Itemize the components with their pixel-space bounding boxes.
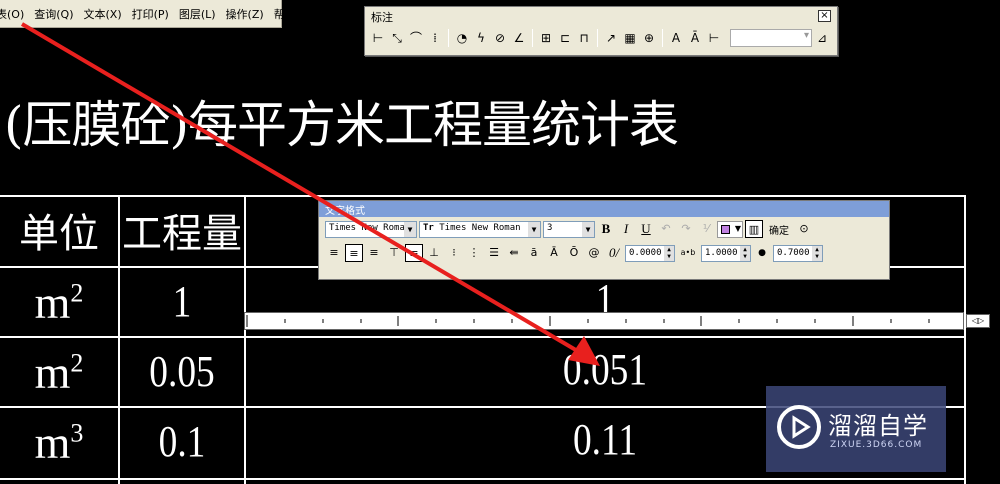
text-format-toolbar: 文字格式 Times New Roman ▼ Tr Times New Roman…	[318, 200, 890, 280]
angular-dimension-icon[interactable]: ∠	[510, 28, 528, 48]
valign-bottom-icon[interactable]: ⊥	[425, 244, 443, 262]
redo-icon[interactable]: ↷	[677, 220, 695, 238]
row1-unit: m2	[34, 277, 84, 328]
menu-view[interactable]: 表(O)	[0, 6, 29, 22]
align-right-icon[interactable]: ≡	[365, 244, 383, 262]
table-line-top	[0, 195, 966, 197]
ruler-toggle-icon[interactable]: ▥	[745, 220, 763, 238]
leader-icon[interactable]: ↗	[602, 28, 620, 48]
arc-length-icon[interactable]: ⌒	[407, 28, 425, 48]
uppercase-icon[interactable]: ā	[525, 244, 543, 262]
dimension-style-select[interactable]	[730, 29, 812, 47]
row2-quantity: 0.05	[149, 347, 215, 396]
header-quantity: 工程量	[122, 211, 242, 257]
jogged-dimension-icon[interactable]: ϟ	[472, 28, 490, 48]
row1-quantity: 1	[172, 277, 192, 326]
toolbar-separator	[448, 29, 449, 47]
menu-print[interactable]: 打印(P)	[127, 6, 174, 22]
dimension-toolbar: 标注 × ⊢ ⤡ ⌒ ⁞ ◔ ϟ ⊘ ∠ ⊞ ⊏ ⊓ ↗ ▦ ⊕ A Ā ⊢ ⊿	[364, 6, 838, 56]
dimension-toolbar-titlebar[interactable]: 标注 ×	[365, 7, 837, 25]
options-icon[interactable]: ⊙	[795, 220, 813, 238]
continue-dimension-icon[interactable]: ⊓	[575, 28, 593, 48]
text-format-titlebar[interactable]: 文字格式	[319, 201, 889, 217]
aligned-dimension-icon[interactable]: ⤡	[388, 28, 406, 48]
table-line-5	[0, 478, 966, 480]
quick-dimension-icon[interactable]: ⊞	[537, 28, 555, 48]
table-line-3	[0, 336, 966, 338]
radius-dimension-icon[interactable]: ◔	[453, 28, 471, 48]
dimension-update-icon[interactable]: ⊢	[705, 28, 723, 48]
width-factor-icon: ●	[758, 248, 766, 258]
text-height-select[interactable]: 3 ▼	[543, 220, 595, 238]
oblique-angle-input[interactable]: 0.0000 ▲ ▼	[625, 244, 675, 262]
valign-middle-icon[interactable]: ≡	[405, 244, 423, 262]
toolbar-separator	[532, 29, 533, 47]
menu-help[interactable]: 帮助(H)	[269, 6, 318, 22]
close-icon[interactable]: ×	[818, 10, 831, 22]
underline-button[interactable]: U	[637, 220, 655, 238]
menu-query[interactable]: 查询(Q)	[29, 6, 78, 22]
valign-top-icon[interactable]: ⊤	[385, 244, 403, 262]
menu-layer[interactable]: 图层(L)	[174, 6, 221, 22]
table-col-2	[244, 195, 246, 484]
ok-button[interactable]: 确定	[765, 222, 793, 237]
watermark-name: 溜溜自学	[828, 412, 928, 440]
width-factor-input[interactable]: 0.7000 ▲ ▼	[773, 244, 823, 262]
dimension-edit-icon[interactable]: A	[667, 28, 685, 48]
bullets-icon[interactable]: ⋮	[465, 244, 483, 262]
drawing-title[interactable]: (压膜砼)每平方米工程量统计表	[4, 85, 679, 157]
insert-field-icon[interactable]: ⇚	[505, 244, 523, 262]
ruler-resize-handle[interactable]: ◁▷	[966, 314, 990, 328]
toolbar-separator	[662, 29, 663, 47]
symbol-icon[interactable]: @	[585, 244, 603, 262]
row2-unit: m2	[34, 347, 84, 398]
menu-text[interactable]: 文本(X)	[79, 6, 127, 22]
align-center-icon[interactable]: ≡	[345, 244, 363, 262]
linear-dimension-icon[interactable]: ⊢	[369, 28, 387, 48]
menu-operation[interactable]: 操作(Z)	[221, 6, 269, 22]
align-left-icon[interactable]: ≡	[325, 244, 343, 262]
tracking-input[interactable]: 1.0000 ▲ ▼	[701, 244, 751, 262]
overline-icon[interactable]: Ō	[565, 244, 583, 262]
table-col-3	[964, 195, 966, 484]
header-unit: 单位	[19, 211, 99, 257]
baseline-dimension-icon[interactable]: ⊏	[556, 28, 574, 48]
row3-quantity: 0.1	[158, 417, 206, 466]
tracking-icon: a•b	[680, 248, 696, 257]
text-color-select[interactable]: ▼	[717, 220, 743, 238]
center-mark-icon[interactable]: ⊕	[640, 28, 658, 48]
ordinate-dimension-icon[interactable]: ⁞	[426, 28, 444, 48]
font-select[interactable]: Tr Times New Roman ▼	[419, 220, 541, 238]
diameter-dimension-icon[interactable]: ⊘	[491, 28, 509, 48]
lowercase-icon[interactable]: Ā	[545, 244, 563, 262]
tolerance-icon[interactable]: ▦	[621, 28, 639, 48]
list-icon[interactable]: ☰	[485, 244, 503, 262]
undo-icon[interactable]: ↶	[657, 220, 675, 238]
menu-bar: 表(O) 查询(Q) 文本(X) 打印(P) 图层(L) 操作(Z) 帮助(H)	[0, 0, 313, 28]
dimension-text-edit-icon[interactable]: Ā	[686, 28, 704, 48]
bold-button[interactable]: B	[597, 220, 615, 238]
oblique-angle-icon: 0/	[608, 245, 620, 260]
stack-icon[interactable]: ⅟	[697, 220, 715, 238]
italic-button[interactable]: I	[617, 220, 635, 238]
style-select[interactable]: Times New Roman ▼	[325, 220, 417, 238]
row3-unit: m3	[34, 417, 84, 468]
text-ruler[interactable]	[244, 312, 964, 330]
watermark-logo: 溜溜自学 ZIXUE.3D66.COM	[766, 386, 946, 472]
ruler-ticks	[246, 315, 930, 327]
watermark-url: ZIXUE.3D66.COM	[830, 440, 923, 450]
play-logo-icon	[777, 405, 821, 449]
numbering-icon[interactable]: ⁝	[445, 244, 463, 262]
dimension-toolbar-title: 标注	[371, 11, 393, 24]
toolbar-separator	[597, 29, 598, 47]
dimension-style-icon[interactable]: ⊿	[813, 28, 831, 48]
